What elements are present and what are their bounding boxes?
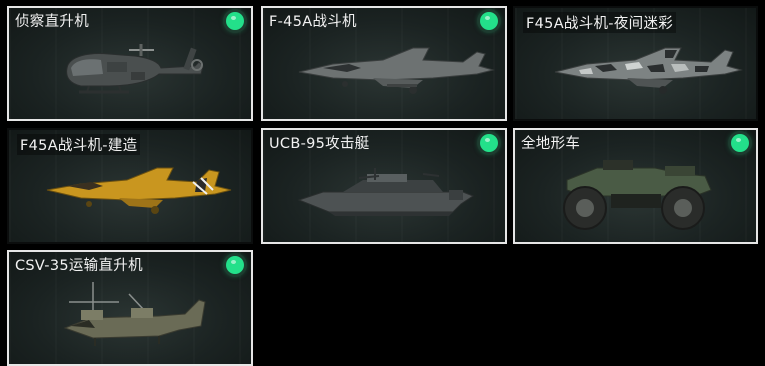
status-indicator-icon	[480, 12, 498, 30]
status-indicator-icon	[226, 256, 244, 274]
vehicle-card-atv[interactable]: 全地形车	[513, 128, 758, 244]
vehicle-card-f45a-night-camo[interactable]: F45A战斗机-夜间迷彩	[513, 6, 758, 121]
vehicle-grid: 侦察直升机 F-45A战斗机 F45A战斗机-夜间迷彩 F45A战斗机-建造 U…	[0, 0, 765, 366]
vehicle-name: F45A战斗机-建造	[17, 134, 141, 155]
vehicle-card-scout-helicopter[interactable]: 侦察直升机	[7, 6, 253, 121]
vehicle-name: UCB-95攻击艇	[269, 136, 370, 152]
vehicle-name: F-45A战斗机	[269, 14, 357, 30]
status-indicator-icon	[480, 134, 498, 152]
vehicle-card-ucb95-attack-boat[interactable]: UCB-95攻击艇	[261, 128, 507, 244]
status-indicator-icon	[731, 134, 749, 152]
status-indicator-icon	[226, 12, 244, 30]
vehicle-card-csv35-transport[interactable]: CSV-35运输直升机	[7, 250, 253, 366]
vehicle-name: 全地形车	[521, 136, 581, 152]
vehicle-name: F45A战斗机-夜间迷彩	[523, 12, 677, 33]
vehicle-card-f45a-construction[interactable]: F45A战斗机-建造	[7, 128, 253, 244]
vehicle-name: CSV-35运输直升机	[15, 258, 143, 274]
vehicle-name: 侦察直升机	[15, 14, 89, 30]
vehicle-card-f45a-fighter[interactable]: F-45A战斗机	[261, 6, 507, 121]
